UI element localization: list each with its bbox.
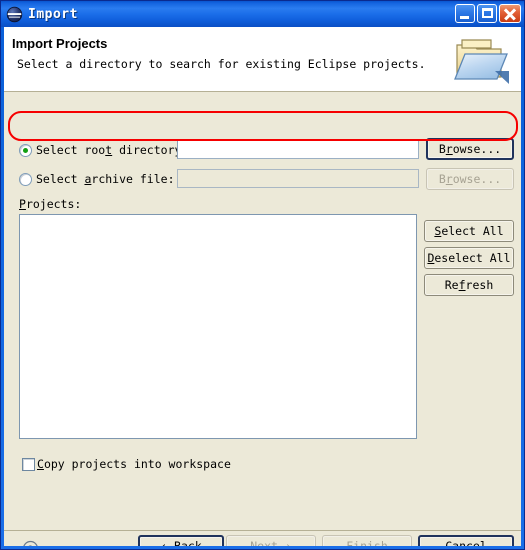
root-directory-input[interactable] (177, 140, 419, 159)
copy-projects-label: Copy projects into workspace (37, 457, 231, 471)
eclipse-globe-icon (6, 6, 23, 23)
maximize-button[interactable] (477, 4, 497, 23)
minimize-icon (460, 16, 469, 19)
dialog-client-area: Import Projects Select a directory to se… (4, 27, 521, 546)
deselect-all-button[interactable]: Deselect All (424, 247, 514, 269)
browse-root-directory-button[interactable]: Br owse... (426, 138, 514, 160)
radio-select-root-directory[interactable] (19, 143, 32, 157)
wizard-header: Import Projects Select a directory to se… (4, 27, 521, 92)
cancel-button[interactable]: Cancel (418, 535, 514, 546)
archive-file-input[interactable] (177, 169, 419, 188)
page-subtitle: Select a directory to search for existin… (17, 57, 426, 71)
maximize-icon (482, 8, 493, 18)
wizard-body: Select root directory: Br owse... Select … (4, 92, 521, 546)
window-title: Import (28, 6, 78, 22)
select-root-directory-row[interactable]: Select root directory: (19, 143, 188, 157)
finish-button[interactable]: Finish (322, 535, 412, 546)
minimize-button[interactable] (455, 4, 475, 23)
import-dialog-window: Import Import Projects Select a director… (0, 0, 525, 550)
help-icon[interactable]: ? (22, 540, 39, 546)
select-all-button[interactable]: Select All (424, 220, 514, 242)
checkbox-copy-projects[interactable] (22, 457, 35, 471)
radio-archive-file-label: Select archive file: (36, 172, 175, 186)
svg-text:?: ? (28, 544, 33, 546)
back-button[interactable]: ‹ Ba ck (138, 535, 224, 546)
window-controls (455, 4, 521, 23)
browse-archive-file-button[interactable]: Br owse... (426, 168, 514, 190)
radio-select-archive-file[interactable] (19, 172, 32, 186)
projects-list[interactable] (19, 214, 417, 439)
title-bar[interactable]: Import (1, 1, 524, 27)
radio-root-directory-label: Select root directory: (36, 143, 189, 157)
close-button[interactable] (499, 4, 521, 23)
page-title: Import Projects (12, 36, 108, 51)
open-folder-icon (451, 31, 513, 86)
next-button[interactable]: Ne xt › (226, 535, 316, 546)
refresh-button[interactable]: Re f resh (424, 274, 514, 296)
projects-label: Projects: (19, 197, 82, 211)
copy-projects-row[interactable]: Copy projects into workspace (22, 457, 231, 471)
select-archive-file-row[interactable]: Select archive file: (19, 172, 175, 186)
